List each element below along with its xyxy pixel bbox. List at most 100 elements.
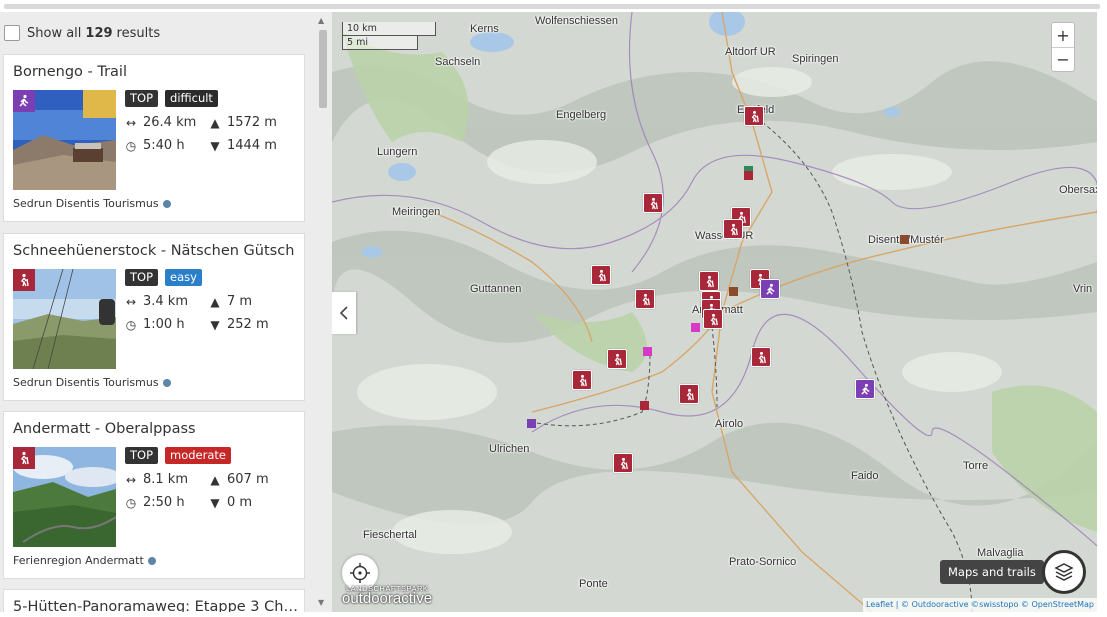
tour-title[interactable]: Andermatt - Oberalppass <box>13 421 298 437</box>
tour-card[interactable]: Andermatt - Oberalppass TOP moderate ↔ 8.… <box>3 411 305 579</box>
verified-icon <box>162 199 171 208</box>
top-badge: TOP <box>125 90 159 107</box>
map-place-label: Sachseln <box>435 56 481 68</box>
maps-and-trails-tooltip: Maps and trails <box>940 560 1044 584</box>
map-place-label: Obersaxe <box>1059 184 1097 196</box>
hiking-marker[interactable] <box>751 347 771 367</box>
map-place-label: Vrin <box>1073 283 1093 295</box>
zoom-in-button[interactable]: + <box>1052 23 1074 47</box>
ascent-value: 1572 m <box>227 115 277 130</box>
map-poi[interactable] <box>744 171 753 180</box>
show-all-suffix: results <box>116 25 161 41</box>
scale-mi: 5 mi <box>342 36 418 50</box>
tour-source[interactable]: Sedrun Disentis Tourismus <box>13 376 171 389</box>
map-poi[interactable] <box>729 287 738 296</box>
map-poi[interactable] <box>900 235 909 244</box>
map-poi[interactable] <box>640 401 649 410</box>
map-attribution[interactable]: Leaflet | © Outdooractive ©swisstopo © O… <box>863 598 1097 612</box>
map-place-label: Ponte <box>579 578 608 590</box>
scroll-up-icon[interactable]: ▲ <box>318 16 324 25</box>
tour-source[interactable]: Sedrun Disentis Tourismus <box>13 197 171 210</box>
collapse-panel-button[interactable] <box>332 292 356 334</box>
hiking-marker[interactable] <box>699 271 719 291</box>
map-place-label: Meiringen <box>392 206 441 218</box>
map-poi[interactable] <box>643 347 652 356</box>
trail-running-icon <box>13 90 35 112</box>
tour-image[interactable] <box>13 269 116 369</box>
clock-icon: ◷ <box>125 317 137 332</box>
trail-running-marker[interactable] <box>760 279 780 299</box>
trail-running-marker[interactable] <box>855 379 875 399</box>
tour-card[interactable]: Schneehüenerstock - Nätschen Gütsch TOP … <box>3 233 305 401</box>
top-scrollbar <box>4 4 1100 9</box>
map-place-label: Guttannen <box>470 283 522 295</box>
map-place-label: Kerns <box>470 23 499 35</box>
top-badge: TOP <box>125 269 159 286</box>
ascent-icon: ▲ <box>210 472 220 487</box>
chevron-left-icon <box>339 306 348 320</box>
scroll-down-icon[interactable]: ▼ <box>318 598 324 607</box>
descent-icon: ▼ <box>210 317 220 332</box>
hiking-marker[interactable] <box>643 193 663 213</box>
tour-source[interactable]: Ferienregion Andermatt <box>13 554 156 567</box>
hiking-marker[interactable] <box>723 219 743 239</box>
results-scrollbar[interactable]: ▲ ▼ <box>316 12 330 612</box>
tour-title[interactable]: Bornengo - Trail <box>13 64 298 80</box>
hiking-marker[interactable] <box>607 349 627 369</box>
hiking-marker[interactable] <box>744 106 764 126</box>
source-name: Sedrun Disentis Tourismus <box>13 376 159 389</box>
distance-value: 8.1 km <box>143 472 188 487</box>
map-view[interactable]: Kerns Wolfenschiessen Sachseln Altdorf U… <box>332 12 1097 612</box>
crosshair-icon <box>350 563 370 583</box>
map-place-label: Faido <box>851 470 879 482</box>
descent-value: 0 m <box>227 495 253 510</box>
map-poi[interactable] <box>527 419 536 428</box>
tour-image[interactable] <box>13 90 116 190</box>
source-name: Ferienregion Andermatt <box>13 554 144 567</box>
hiking-marker[interactable] <box>703 309 723 329</box>
top-badge: TOP <box>125 447 159 464</box>
ascent-icon: ▲ <box>210 115 220 130</box>
distance-icon: ↔ <box>125 294 137 309</box>
zoom-control: + − <box>1051 22 1075 72</box>
clock-icon: ◷ <box>125 138 137 153</box>
results-panel: Show all 129 results Bornengo - Trail TO… <box>0 12 332 612</box>
hiking-icon <box>13 269 35 291</box>
zoom-out-button[interactable]: − <box>1052 47 1074 71</box>
tour-card[interactable]: 5-Hütten-Panoramaweg: Etappe 3 Chel... <box>3 589 305 612</box>
verified-icon <box>147 556 156 565</box>
hiking-marker[interactable] <box>679 384 699 404</box>
difficulty-badge: easy <box>165 269 202 286</box>
map-place-label: Airolo <box>715 418 744 430</box>
tour-title[interactable]: 5-Hütten-Panoramaweg: Etappe 3 Chel... <box>13 599 298 612</box>
duration-value: 1:00 h <box>143 317 185 332</box>
hiking-marker[interactable] <box>591 265 611 285</box>
hiking-marker[interactable] <box>613 453 633 473</box>
hiking-marker[interactable] <box>572 370 592 390</box>
logo-subtitle: LANDSCHAFTSPARK <box>346 584 429 593</box>
map-poi[interactable] <box>691 323 700 332</box>
map-place-label: Lungern <box>377 146 418 158</box>
map-place-label: Fieschertal <box>363 529 417 541</box>
distance-icon: ↔ <box>125 472 137 487</box>
descent-value: 1444 m <box>227 138 277 153</box>
hiking-marker[interactable] <box>635 289 655 309</box>
map-place-label: Altdorf UR <box>725 46 776 58</box>
hiking-icon <box>13 447 35 469</box>
map-place-label: Prato-Sornico <box>729 556 797 568</box>
map-place-label: Malvaglia <box>977 547 1024 559</box>
scrollbar-thumb[interactable] <box>319 30 327 108</box>
distance-icon: ↔ <box>125 115 137 130</box>
show-all-toggle[interactable]: Show all 129 results <box>4 22 160 44</box>
layers-button[interactable] <box>1042 550 1086 594</box>
tour-card[interactable]: Bornengo - Trail TOP difficult ↔ 26.4 km … <box>3 54 305 222</box>
map-place-label: Engelberg <box>556 109 607 121</box>
show-all-prefix: Show all <box>27 25 82 41</box>
scale-km: 10 km <box>342 22 436 36</box>
descent-icon: ▼ <box>210 138 220 153</box>
clock-icon: ◷ <box>125 495 137 510</box>
show-all-checkbox[interactable] <box>4 25 20 41</box>
tour-title[interactable]: Schneehüenerstock - Nätschen Gütsch <box>13 243 298 259</box>
descent-icon: ▼ <box>210 495 220 510</box>
tour-image[interactable] <box>13 447 116 547</box>
